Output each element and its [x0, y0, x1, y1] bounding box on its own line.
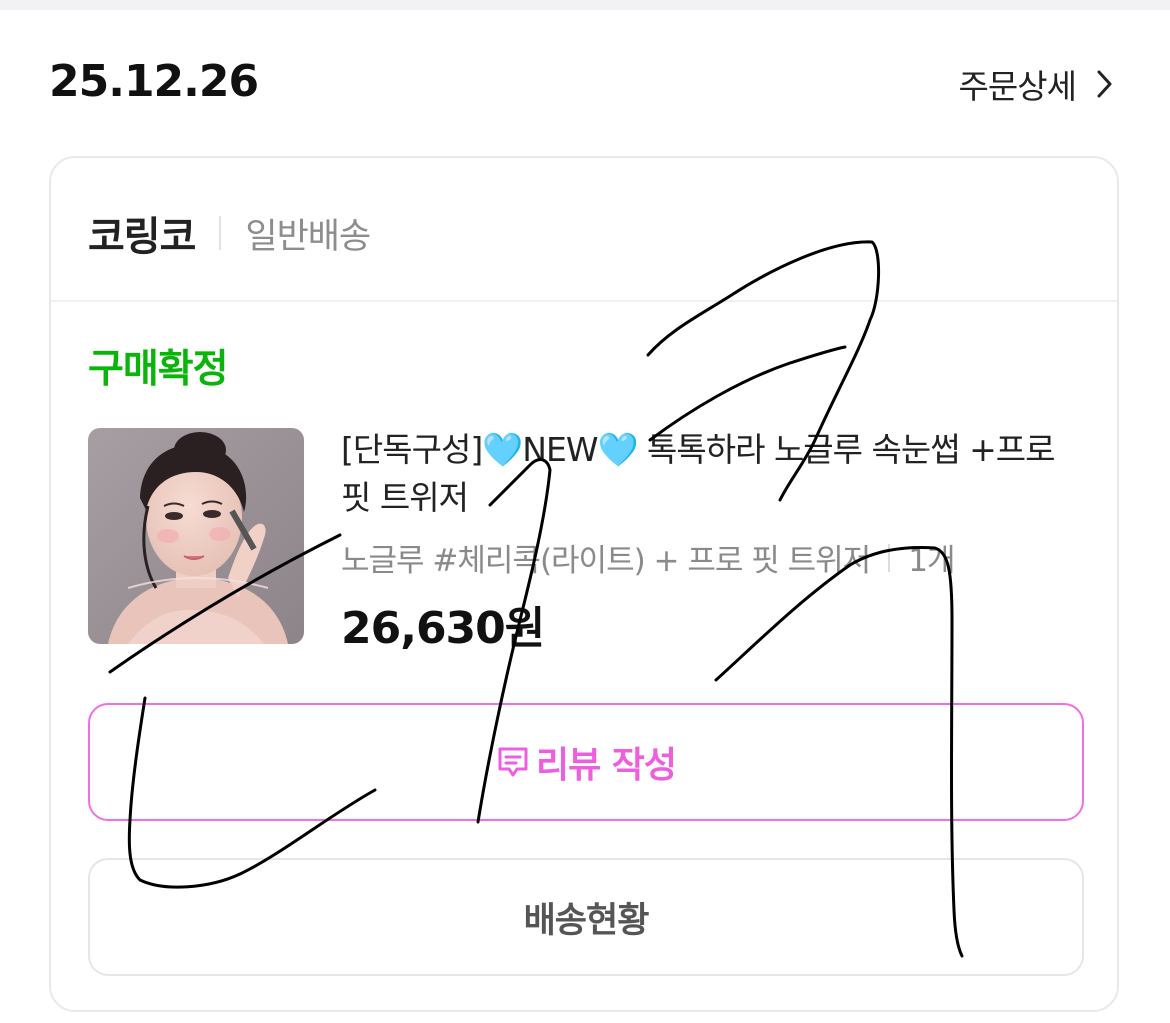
seller-row: 코링코 일반배송 — [88, 204, 371, 262]
product-price: 26,630원 — [341, 603, 545, 654]
order-detail-link[interactable]: 주문상세 — [959, 60, 1112, 108]
order-card: 코링코 일반배송 구매확정 [단독구성]🩵NEW🩵 톡톡하라 노글루 속눈썹 +… — [49, 156, 1119, 1012]
shipping-status-button[interactable]: 배송현황 — [88, 858, 1084, 976]
product-option: 노글루 #체리콕(라이트) + 프로 핏 트위저 — [341, 543, 871, 579]
shipping-status-label: 배송현황 — [523, 900, 650, 941]
product-thumbnail[interactable] — [88, 428, 304, 644]
product-option-row: 노글루 #체리콕(라이트) + 프로 핏 트위저 1개 — [341, 535, 955, 580]
chevron-right-icon — [1097, 70, 1112, 98]
product-title[interactable]: [단독구성]🩵NEW🩵 톡톡하라 노글루 속눈썹 +프로 핏 트위저 — [341, 426, 1091, 522]
option-separator — [888, 543, 891, 572]
seller-separator — [219, 216, 222, 250]
seller-name[interactable]: 코링코 — [88, 204, 196, 262]
review-comment-icon — [498, 747, 528, 777]
write-review-button[interactable]: 리뷰 작성 — [88, 703, 1084, 821]
top-strip — [0, 0, 1170, 10]
card-divider — [51, 300, 1117, 302]
product-quantity: 1개 — [908, 543, 955, 579]
order-status: 구매확정 — [88, 347, 229, 392]
write-review-label: 리뷰 작성 — [535, 745, 677, 786]
shipping-type: 일반배송 — [245, 216, 371, 257]
order-detail-label: 주문상세 — [958, 67, 1077, 106]
order-date: 25.12.26 — [49, 56, 259, 107]
